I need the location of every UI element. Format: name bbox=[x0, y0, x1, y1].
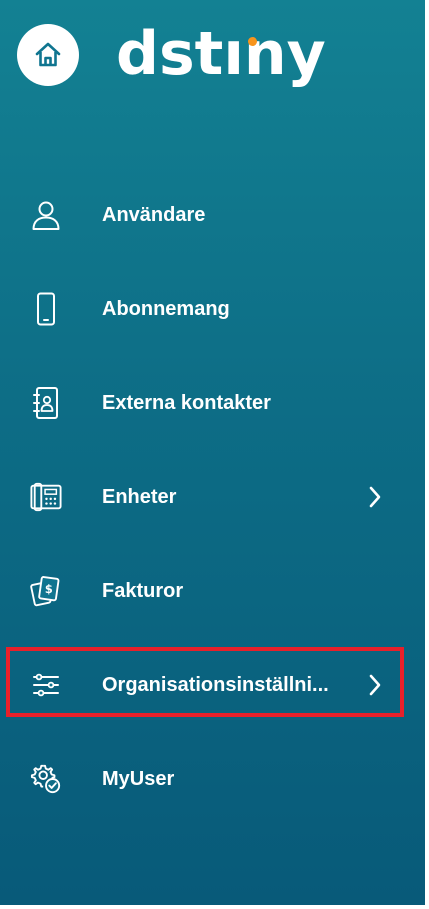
sidebar-item-label: Fakturor bbox=[102, 579, 184, 602]
sidebar-item-externa-kontakter[interactable]: Externa kontakter bbox=[0, 356, 425, 450]
address-book-icon bbox=[30, 387, 62, 419]
desk-phone-icon bbox=[30, 481, 62, 513]
home-button[interactable] bbox=[17, 24, 79, 86]
invoice-icon: $ bbox=[30, 575, 62, 607]
home-icon bbox=[33, 40, 63, 70]
user-icon bbox=[30, 199, 62, 231]
sidebar: dst ı ny Användare Abonnemang Externa ko… bbox=[0, 0, 425, 905]
sidebar-item-fakturor[interactable]: $ Fakturor bbox=[0, 544, 425, 638]
sidebar-item-myuser[interactable]: MyUser bbox=[0, 732, 425, 826]
logo-accent-dot bbox=[248, 37, 257, 46]
sidebar-item-label: Enheter bbox=[102, 485, 177, 508]
chevron-right-icon[interactable] bbox=[364, 486, 386, 508]
sidebar-item-enheter[interactable]: Enheter bbox=[0, 450, 425, 544]
sidebar-item-label: Externa kontakter bbox=[102, 391, 271, 414]
dstny-logo: dst ı ny bbox=[116, 16, 326, 92]
settings-sliders-icon bbox=[30, 669, 62, 701]
sidebar-item-label: Abonnemang bbox=[102, 297, 230, 320]
user-gear-icon bbox=[30, 763, 62, 795]
sidebar-item-label: MyUser bbox=[102, 767, 175, 790]
sidebar-item-label: Organisationsinställni... bbox=[102, 673, 329, 696]
svg-text:$: $ bbox=[45, 583, 53, 596]
chevron-right-icon[interactable] bbox=[364, 674, 386, 696]
logo-text-right: ny bbox=[243, 19, 326, 89]
window-edge bbox=[425, 0, 429, 909]
mobile-phone-icon bbox=[30, 292, 62, 326]
sidebar-item-organisationsinstallningar[interactable]: Organisationsinställni... bbox=[0, 638, 425, 732]
logo-text-left: dst bbox=[116, 19, 224, 89]
sidebar-item-abonnemang[interactable]: Abonnemang bbox=[0, 262, 425, 356]
sidebar-item-anvandare[interactable]: Användare bbox=[0, 168, 425, 262]
sidebar-item-label: Användare bbox=[102, 203, 206, 226]
logo-text-mid: ı bbox=[223, 19, 244, 89]
